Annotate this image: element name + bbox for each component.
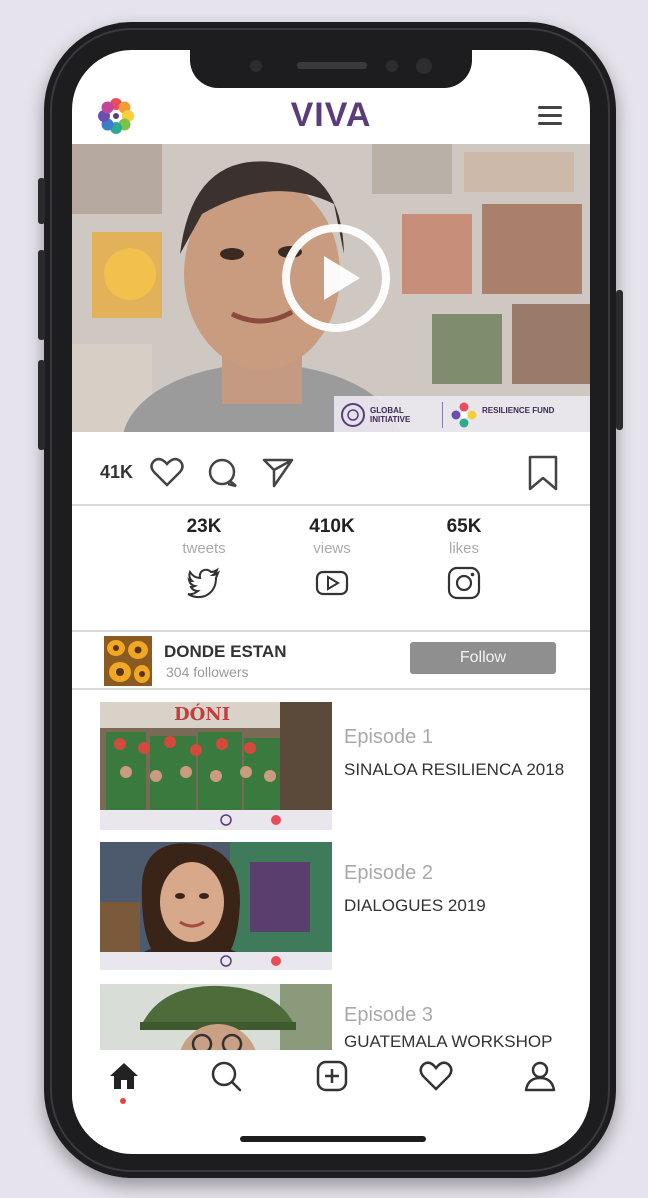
- side-button: [38, 360, 45, 450]
- episode-list: DÓNI Episode 1 SINALOA RESILIENCA 2018 E: [72, 700, 590, 1050]
- phone-screen: VIVA GLOBAL INITIATIVE RESILIENCE FUND 4…: [72, 50, 590, 1154]
- episode-item[interactable]: DÓNI Episode 1 SINALOA RESILIENCA 2018: [100, 702, 590, 832]
- partner-logos: GLOBAL INITIATIVE RESILIENCE FUND: [334, 396, 590, 432]
- stat-views: 410K views: [272, 516, 392, 606]
- stat-tweets: 23K tweets: [144, 516, 264, 606]
- comment-icon[interactable]: [206, 456, 240, 490]
- play-button-icon[interactable]: [280, 222, 392, 334]
- stat-label: tweets: [182, 540, 226, 557]
- avatar[interactable]: [104, 636, 152, 686]
- add-post-icon[interactable]: [314, 1058, 350, 1094]
- stat-count: 410K: [309, 516, 355, 537]
- resilience-fund-logo-icon: [451, 402, 477, 428]
- divider: [72, 688, 590, 690]
- episode-thumbnail: [100, 984, 332, 1050]
- youtube-icon[interactable]: [314, 565, 350, 601]
- favorites-heart-icon[interactable]: [418, 1058, 454, 1094]
- twitter-icon[interactable]: [186, 565, 222, 601]
- instagram-icon[interactable]: [446, 565, 482, 601]
- app-title: VIVA: [290, 96, 372, 134]
- episode-item[interactable]: Episode 2 DIALOGUES 2019: [100, 842, 590, 972]
- divider: [72, 504, 590, 506]
- heart-icon[interactable]: [150, 456, 184, 488]
- side-button: [38, 178, 45, 224]
- global-initiative-label: GLOBAL INITIATIVE: [370, 406, 411, 424]
- home-icon[interactable]: [106, 1058, 142, 1094]
- side-button: [38, 250, 45, 340]
- episode-title: GUATEMALA WORKSHOP: [344, 1032, 553, 1050]
- followers-count: 304 followers: [166, 664, 249, 680]
- bookmark-icon[interactable]: [526, 454, 560, 492]
- power-button: [616, 290, 623, 430]
- stat-label: likes: [448, 540, 479, 557]
- likes-count: 41K: [100, 462, 134, 482]
- home-indicator-bar: [240, 1136, 426, 1142]
- share-icon[interactable]: [260, 454, 296, 490]
- notch: [190, 50, 472, 88]
- social-stats: 23K tweets 410K views 65K likes: [72, 516, 590, 634]
- post-actions: 41K: [72, 452, 590, 498]
- channel-name: DONDE ESTAN: [164, 642, 287, 661]
- episode-thumbnail-sign: DÓNI: [174, 704, 231, 725]
- follow-button[interactable]: Follow: [410, 642, 556, 674]
- stat-likes: 65K likes: [404, 516, 524, 606]
- active-indicator: [120, 1098, 126, 1104]
- episode-number: Episode 3: [344, 1004, 433, 1026]
- episode-thumbnail: [100, 842, 332, 970]
- episode-title: SINALOA RESILIENCA 2018: [344, 760, 565, 779]
- episode-number: Episode 2: [344, 862, 433, 884]
- profile-icon[interactable]: [522, 1058, 558, 1094]
- stat-count: 23K: [186, 516, 222, 537]
- episode-item[interactable]: Episode 3 GUATEMALA WORKSHOP: [100, 984, 590, 1050]
- episode-number: Episode 1: [344, 726, 433, 748]
- global-initiative-logo-icon: [341, 403, 365, 427]
- stat-count: 65K: [446, 516, 482, 537]
- bottom-navigation: [72, 1050, 590, 1110]
- episode-title: DIALOGUES 2019: [344, 896, 486, 915]
- search-icon[interactable]: [208, 1058, 244, 1094]
- hamburger-menu-icon[interactable]: [538, 106, 562, 126]
- hero-video[interactable]: GLOBAL INITIATIVE RESILIENCE FUND: [72, 144, 590, 432]
- resilience-fund-label: RESILIENCE FUND: [482, 406, 555, 415]
- channel-profile: DONDE ESTAN 304 followers Follow: [72, 630, 590, 688]
- stat-label: views: [313, 540, 351, 557]
- app-header: VIVA: [72, 90, 590, 146]
